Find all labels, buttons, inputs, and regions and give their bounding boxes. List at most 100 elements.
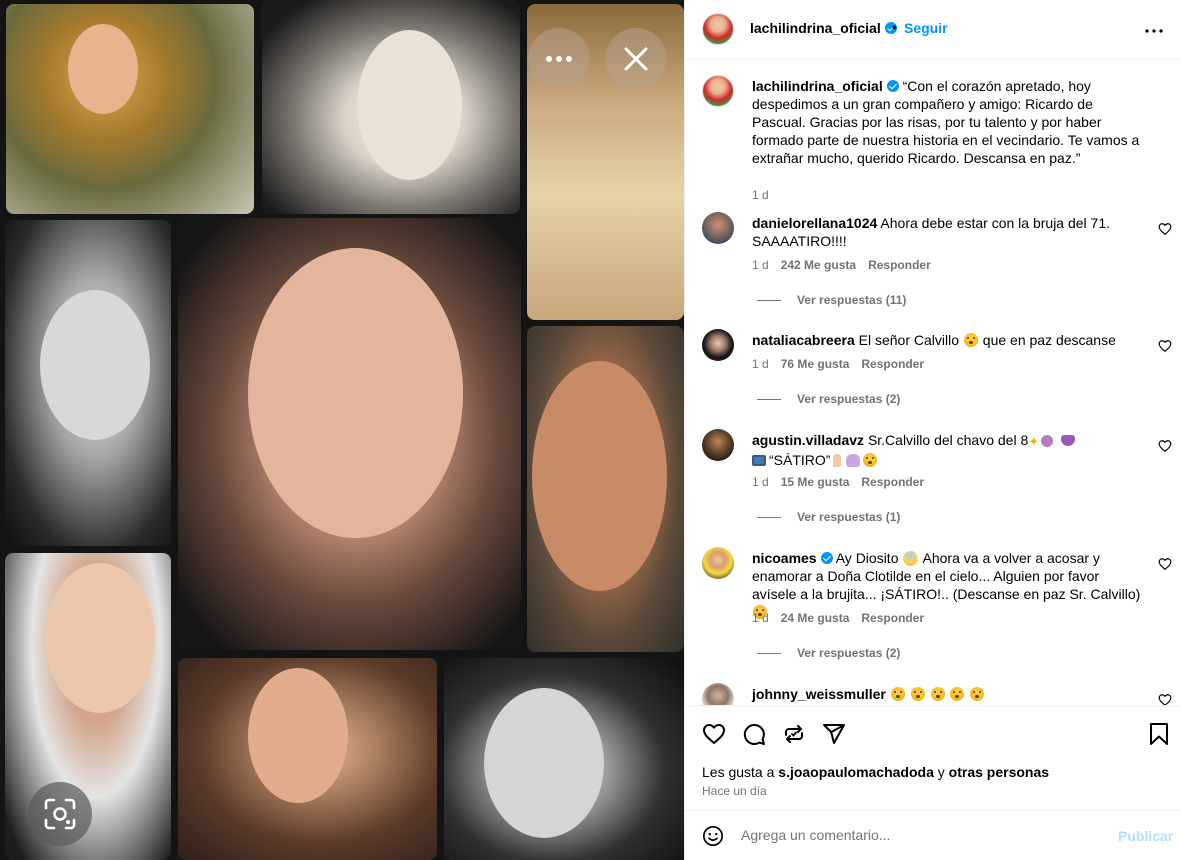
share-icon[interactable]	[782, 722, 806, 746]
comment-username[interactable]: nataliacabreera	[752, 332, 855, 348]
comment-text: danielorellana1024 Ahora debe estar con …	[752, 214, 1142, 250]
face-emoji	[863, 453, 878, 467]
reply-button[interactable]: Responder	[861, 357, 924, 371]
post-sidebar: lachilindrina_oficial • Seguir lachilind…	[684, 0, 1181, 860]
photo-tile	[262, 0, 520, 214]
comment-likes[interactable]: 24 Me gusta	[781, 611, 850, 625]
heart-icon[interactable]	[1158, 222, 1172, 236]
magic-wand-emoji	[1041, 435, 1054, 447]
lens-icon	[44, 798, 76, 830]
publish-button[interactable]: Publicar	[1118, 828, 1173, 844]
masks-emoji	[1061, 435, 1076, 446]
flushed-emoji	[963, 333, 978, 347]
sparkles-emoji: ✦	[1028, 434, 1040, 449]
comment-time[interactable]: 1 d	[752, 475, 769, 489]
close-button[interactable]	[605, 28, 667, 90]
more-icon[interactable]	[1145, 18, 1163, 36]
caption-text: lachilindrina_oficial “Con el corazón ap…	[752, 77, 1142, 167]
avatar[interactable]	[702, 429, 734, 461]
heart-icon[interactable]	[1158, 439, 1172, 453]
send-icon[interactable]	[822, 722, 846, 746]
replies-line	[757, 299, 781, 301]
verified-icon	[820, 552, 833, 564]
photo-tile	[5, 220, 171, 546]
reply-button[interactable]: Responder	[861, 475, 924, 489]
comments-list[interactable]: lachilindrina_oficial “Con el corazón ap…	[685, 61, 1181, 705]
flushed-emoji	[970, 687, 985, 701]
like-heart-icon[interactable]	[702, 722, 726, 746]
comment-meta: 1 d 15 Me gusta Responder	[752, 475, 924, 489]
caption-meta: 1 d	[752, 188, 769, 202]
post-actions: Les gusta a s.joaopaulomachadoda y otras…	[685, 705, 1181, 810]
comment-input[interactable]	[741, 827, 1091, 843]
bookmark-icon[interactable]	[1147, 722, 1171, 746]
likes-others[interactable]: otras personas	[949, 764, 1049, 780]
avatar[interactable]	[702, 547, 734, 579]
comment-text: nataliacabreera El señor Calvillo que en…	[752, 331, 1142, 349]
post-time[interactable]: Hace un día	[702, 784, 767, 798]
visual-search-button[interactable]	[28, 782, 92, 846]
comment-meta: 1 d 76 Me gusta Responder	[752, 357, 924, 371]
likes-user[interactable]: s.joaopaulomachadoda	[778, 764, 934, 780]
photo-tile	[444, 658, 684, 860]
comment-icon[interactable]	[742, 722, 766, 746]
view-replies-button[interactable]: Ver respuestas (2)	[757, 392, 900, 406]
avatar[interactable]	[702, 75, 734, 107]
comment-username[interactable]: nicoames	[752, 550, 817, 566]
avatar[interactable]	[702, 683, 734, 705]
comment-likes[interactable]: 76 Me gusta	[781, 357, 850, 371]
view-replies-label[interactable]: Ver respuestas (2)	[797, 646, 900, 660]
heart-icon[interactable]	[1158, 339, 1172, 353]
comment-composer: Publicar	[685, 810, 1181, 860]
photo-tile	[6, 4, 254, 214]
author-username[interactable]: lachilindrina_oficial	[750, 20, 897, 36]
more-options-button[interactable]	[528, 28, 590, 90]
follow-button[interactable]: Seguir	[904, 20, 948, 36]
post-image[interactable]	[0, 0, 684, 860]
separator-dot: •	[892, 19, 897, 35]
comment-time[interactable]: 1 d	[752, 357, 769, 371]
avatar[interactable]	[702, 212, 734, 244]
emoji-icon[interactable]	[702, 825, 724, 847]
replies-line	[757, 516, 781, 518]
more-icon	[1145, 29, 1163, 33]
caption-time[interactable]: 1 d	[752, 188, 769, 202]
view-replies-button[interactable]: Ver respuestas (2)	[757, 646, 900, 660]
flushed-emoji	[930, 687, 945, 701]
tv-emoji	[752, 455, 766, 466]
comment-body: Sr.Calvillo del chavo del 8	[867, 432, 1029, 448]
photo-tile	[178, 658, 437, 860]
more-icon	[546, 56, 572, 62]
caption-username[interactable]: lachilindrina_oficial	[752, 78, 883, 94]
comment-username[interactable]: johnny_weissmuller	[752, 686, 886, 702]
flushed-emoji	[910, 687, 925, 701]
likes-summary[interactable]: Les gusta a s.joaopaulomachadoda y otras…	[702, 764, 1049, 780]
author-username-text[interactable]: lachilindrina_oficial	[750, 20, 881, 36]
heart-icon[interactable]	[1158, 693, 1172, 705]
avatar[interactable]	[702, 13, 734, 45]
comment-username[interactable]: agustin.villadavz	[752, 432, 864, 448]
scream-emoji	[903, 551, 919, 566]
comment-likes[interactable]: 15 Me gusta	[781, 475, 850, 489]
reply-button[interactable]: Responder	[861, 611, 924, 625]
flushed-emoji	[950, 687, 965, 701]
comment-meta: 1 d 24 Me gusta Responder	[752, 611, 924, 625]
avatar[interactable]	[702, 329, 734, 361]
close-icon	[624, 47, 648, 71]
view-replies-label[interactable]: Ver respuestas (11)	[797, 293, 906, 307]
flushed-emoji	[890, 687, 905, 701]
replies-line	[757, 398, 781, 400]
comment-time[interactable]: 1 d	[752, 611, 769, 625]
reply-button[interactable]: Responder	[868, 258, 931, 272]
view-replies-label[interactable]: Ver respuestas (2)	[797, 392, 900, 406]
comment-text: agustin.villadavz Sr.Calvillo del chavo …	[752, 431, 1142, 469]
view-replies-button[interactable]: Ver respuestas (1)	[757, 510, 900, 524]
comment-time[interactable]: 1 d	[752, 258, 769, 272]
comment-likes[interactable]: 242 Me gusta	[781, 258, 856, 272]
hand-emoji	[833, 454, 842, 467]
comment-username[interactable]: danielorellana1024	[752, 215, 877, 231]
view-replies-button[interactable]: Ver respuestas (11)	[757, 293, 906, 307]
heart-icon[interactable]	[1158, 557, 1172, 571]
view-replies-label[interactable]: Ver respuestas (1)	[797, 510, 900, 524]
likes-mid: y	[937, 764, 945, 780]
